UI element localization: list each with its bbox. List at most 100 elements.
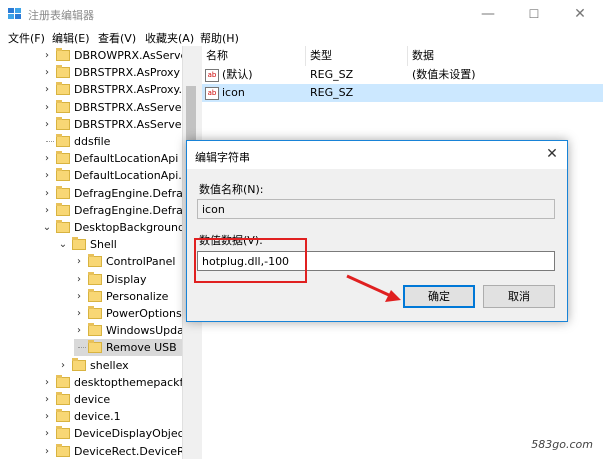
tree-item-label: DeviceDisplayObject: [74, 427, 182, 441]
menu-file[interactable]: 文件(F): [8, 30, 45, 46]
chevron-right-icon[interactable]: ›: [42, 99, 52, 116]
folder-icon: [56, 151, 70, 165]
value-name: (默认): [222, 68, 253, 81]
chevron-right-icon[interactable]: ›: [42, 425, 52, 442]
maximize-button[interactable]: ☐: [511, 0, 557, 28]
folder-icon: [56, 134, 70, 147]
tree-item[interactable]: › DBRSTPRX.AsServer: [42, 99, 182, 116]
chevron-right-icon[interactable]: ›: [42, 185, 52, 202]
column-header-data[interactable]: 数据: [408, 46, 603, 66]
pointer-arrow-icon: [346, 274, 401, 302]
folder-icon: [56, 426, 70, 440]
chevron-down-icon[interactable]: ⌄: [58, 236, 68, 253]
menu-view[interactable]: 查看(V): [98, 30, 136, 46]
chevron-right-icon[interactable]: ›: [42, 443, 52, 459]
column-header-name[interactable]: 名称: [202, 46, 306, 66]
folder-icon: [56, 99, 70, 113]
tree-item[interactable]: › DefragEngine.Defragl: [42, 185, 182, 202]
tree-item-label: WindowsUpdat: [106, 324, 182, 338]
chevron-right-icon[interactable]: ›: [42, 47, 52, 64]
value-name-label: 数值名称(N):: [199, 183, 264, 196]
value-name-field: icon: [197, 199, 555, 219]
dialog-close-icon[interactable]: ✕: [543, 145, 561, 163]
tree-item[interactable]: › WindowsUpdat: [74, 322, 182, 339]
chevron-right-icon[interactable]: ›: [74, 322, 84, 339]
tree-item[interactable]: › DBROWPRX.AsServer: [42, 47, 182, 64]
tree-item[interactable]: ddsfile: [42, 133, 182, 150]
menu-help[interactable]: 帮助(H): [200, 30, 239, 46]
tree-item[interactable]: › Personalize: [74, 288, 182, 305]
menu-edit[interactable]: 编辑(E): [52, 30, 90, 46]
folder-icon: [56, 65, 70, 79]
minimize-button[interactable]: —: [465, 0, 511, 28]
tree-item-label: Shell: [90, 238, 117, 252]
folder-icon: [56, 409, 70, 423]
folder-icon: [56, 443, 70, 457]
tree-item[interactable]: › DeviceRect.DeviceRec: [42, 443, 182, 459]
cancel-button[interactable]: 取消: [483, 285, 555, 308]
highlight-box: [194, 238, 307, 283]
registry-tree[interactable]: › DBROWPRX.AsServer › DBRSTPRX.AsProxy › DBRS…: [0, 46, 182, 459]
tree-item[interactable]: › device.1: [42, 408, 182, 425]
folder-icon: [56, 82, 70, 96]
watermark: 583go.com: [531, 438, 593, 451]
tree-item-label: PowerOptions: [106, 307, 182, 320]
chevron-right-icon[interactable]: ›: [42, 81, 52, 98]
tree-item[interactable]: › DBRSTPRX.AsProxy: [42, 64, 182, 81]
tree-item[interactable]: › DefragEngine.Defragl: [42, 202, 182, 219]
chevron-right-icon[interactable]: ›: [58, 357, 68, 374]
tree-item[interactable]: ⌄ Shell: [58, 236, 182, 253]
chevron-right-icon[interactable]: ›: [42, 64, 52, 81]
tree-item[interactable]: ⌄ DesktopBackground: [42, 219, 182, 236]
chevron-right-icon[interactable]: ›: [42, 374, 52, 391]
chevron-right-icon[interactable]: ›: [42, 150, 52, 167]
tree-item-label: device.1: [74, 410, 121, 424]
tree-item[interactable]: › shellex: [58, 357, 182, 374]
tree-item[interactable]: › DBRSTPRX.AsProxy.1: [42, 81, 182, 98]
folder-icon: [88, 323, 102, 337]
value-data: (数值未设置): [412, 68, 476, 81]
close-window-button[interactable]: ✕: [557, 0, 603, 28]
tree-item-label: ControlPanel: [106, 255, 176, 269]
tree-item[interactable]: › DefaultLocationApi.1: [42, 167, 182, 184]
folder-icon: [56, 48, 70, 61]
column-header-type[interactable]: 类型: [306, 46, 408, 66]
chevron-right-icon[interactable]: ›: [74, 271, 84, 288]
tree-item-label: shellex: [90, 358, 129, 372]
tree-item[interactable]: › DeviceDisplayObject: [42, 425, 182, 442]
chevron-right-icon[interactable]: ›: [42, 167, 52, 184]
folder-icon: [56, 202, 70, 216]
tree-item[interactable]: › DBRSTPRX.AsServer.1: [42, 116, 182, 133]
folder-icon: [88, 288, 102, 302]
tree-item-label: DBROWPRX.AsServer: [74, 49, 182, 62]
tree-item[interactable]: Remove USB: [74, 339, 182, 357]
chevron-right-icon[interactable]: ›: [42, 116, 52, 133]
chevron-right-icon[interactable]: ›: [42, 391, 52, 408]
tree-item[interactable]: › device: [42, 391, 182, 408]
menu-favorites[interactable]: 收藏夹(A): [145, 30, 194, 46]
string-value-icon: ab: [205, 87, 219, 100]
tree-item[interactable]: › ControlPanel: [74, 253, 182, 270]
ok-button[interactable]: 确定: [403, 285, 475, 308]
folder-icon: [56, 220, 70, 233]
folder-icon: [56, 168, 70, 182]
value-row-default[interactable]: ab (默认) REG_SZ (数值未设置): [202, 66, 603, 84]
chevron-right-icon[interactable]: ›: [74, 305, 84, 322]
chevron-right-icon[interactable]: ›: [74, 253, 84, 270]
tree-connector: [78, 347, 86, 349]
tree-item-label: Remove USB: [106, 341, 177, 355]
tree-item[interactable]: › PowerOptions: [74, 305, 182, 322]
value-type: REG_SZ: [310, 86, 354, 99]
tree-item-label: DefaultLocationApi.1: [74, 169, 182, 183]
tree-item-label: Display: [106, 272, 147, 286]
tree-item[interactable]: › Display: [74, 271, 182, 288]
value-row-icon[interactable]: ab icon REG_SZ: [202, 84, 603, 102]
tree-item[interactable]: › DefaultLocationApi: [42, 150, 182, 167]
string-value-icon: ab: [205, 69, 219, 82]
chevron-down-icon[interactable]: ⌄: [42, 219, 52, 236]
chevron-right-icon[interactable]: ›: [42, 202, 52, 219]
chevron-right-icon[interactable]: ›: [74, 288, 84, 305]
tree-item[interactable]: › desktopthemepackfile: [42, 374, 182, 391]
folder-icon: [56, 392, 70, 405]
chevron-right-icon[interactable]: ›: [42, 408, 52, 425]
